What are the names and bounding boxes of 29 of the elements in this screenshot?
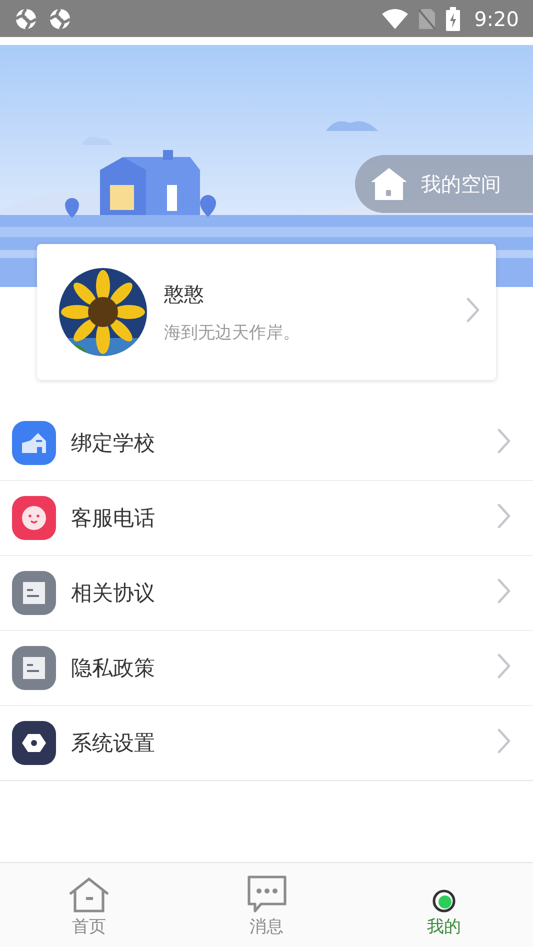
sync-icon xyxy=(48,6,72,30)
menu-item[interactable]: 系统设置 xyxy=(0,706,533,780)
battery-icon xyxy=(446,6,460,30)
chevron-right-icon xyxy=(497,653,511,679)
document-icon xyxy=(12,571,56,615)
hexagon-gear-icon xyxy=(12,721,56,765)
wifi-icon xyxy=(382,8,408,28)
sync-icon xyxy=(14,6,38,30)
chat-bubble-icon xyxy=(246,875,286,913)
tab-item[interactable]: 我的 xyxy=(355,863,533,947)
menu-item[interactable]: 绑定学校 xyxy=(0,406,533,481)
clock-time: 9:20 xyxy=(474,6,519,30)
user-name: 憨憨 xyxy=(164,280,205,308)
no-sim-icon xyxy=(418,8,436,30)
school-building-icon xyxy=(12,421,56,465)
home-icon xyxy=(66,877,111,913)
profile-dot-icon xyxy=(432,889,456,913)
menu-item[interactable]: 客服电话 xyxy=(0,481,533,556)
user-motto: 海到无边天作岸。 xyxy=(164,322,301,344)
menu-item[interactable]: 相关协议 xyxy=(0,556,533,631)
chevron-right-icon xyxy=(497,428,511,454)
smiley-face-icon xyxy=(12,496,56,540)
chevron-right-icon xyxy=(497,578,511,604)
menu-item[interactable]: 隐私政策 xyxy=(0,631,533,706)
chevron-right-icon xyxy=(497,503,511,529)
document-icon xyxy=(12,646,56,690)
chevron-right-icon xyxy=(497,728,511,754)
house-icon xyxy=(371,168,407,200)
chevron-right-icon xyxy=(466,297,480,323)
